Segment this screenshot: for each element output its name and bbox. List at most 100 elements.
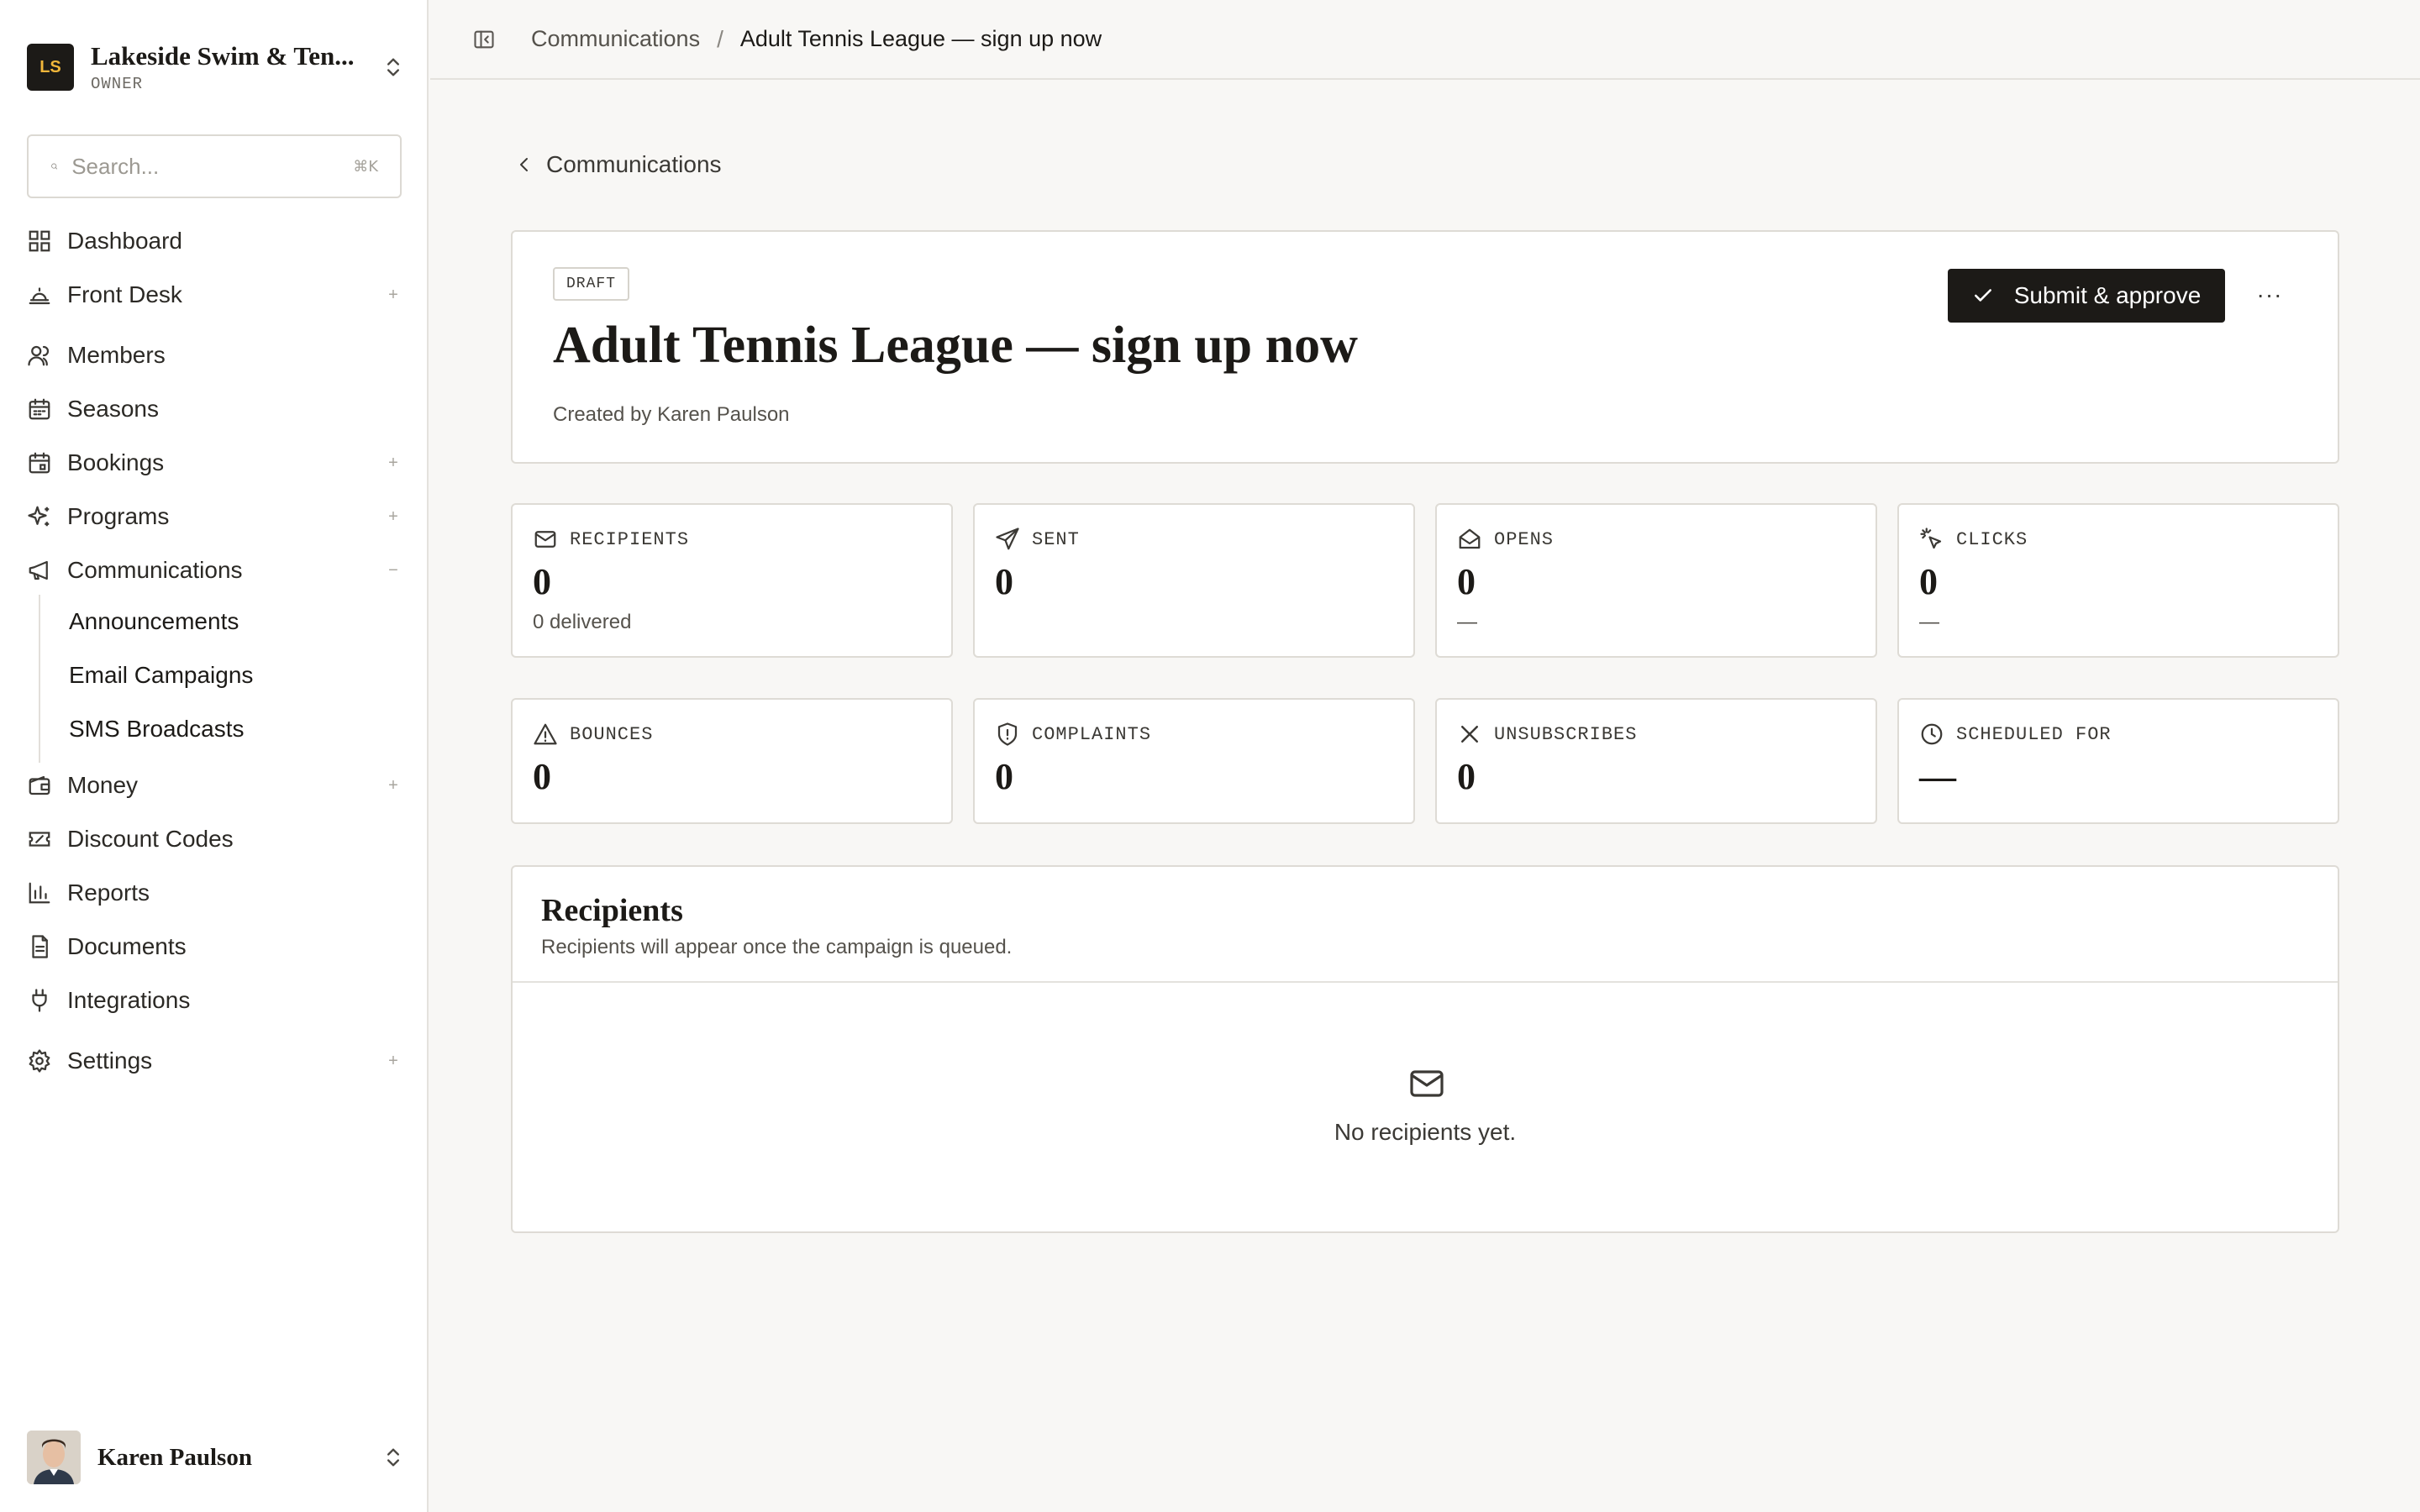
dashboard-icon: [29, 230, 50, 252]
search-input[interactable]: [71, 153, 354, 180]
document-icon: [32, 935, 48, 958]
warning-icon: [534, 723, 557, 745]
more-actions-button[interactable]: ···: [2249, 274, 2291, 316]
stat-card-opens: OPENS 0 —: [1435, 503, 1877, 658]
empty-state-text: No recipients yet.: [1334, 1119, 1517, 1145]
back-link-label: Communications: [546, 151, 722, 177]
avatar-image: [27, 1431, 81, 1484]
calendar-icon: [29, 452, 50, 474]
sidebar-item-label: Members: [67, 342, 166, 368]
stat-label: BOUNCES: [570, 723, 654, 745]
submenu-rail: [39, 595, 40, 763]
stat-label: SCHEDULED FOR: [1956, 723, 2112, 745]
divider: [513, 981, 2338, 983]
expand-toggle[interactable]: +: [385, 776, 402, 795]
sidebar-item-label: Seasons: [67, 396, 159, 422]
calendar-grid-icon: [29, 398, 50, 420]
sparkles-icon: [28, 506, 50, 527]
mail-open-icon: [1459, 528, 1481, 549]
sidebar-item-integrations[interactable]: Integrations: [27, 977, 402, 1024]
stat-card-clicks: CLICKS 0 —: [1897, 503, 2339, 658]
sidebar-toggle-icon[interactable]: [472, 28, 496, 51]
collapse-toggle[interactable]: −: [385, 561, 402, 580]
stat-card-scheduled-for: SCHEDULED FOR —: [1897, 698, 2339, 824]
page-title: Adult Tennis League — sign up now: [553, 317, 1358, 374]
stat-value: 0: [1457, 561, 1476, 602]
org-switcher[interactable]: LS Lakeside Swim & Ten... OWNER: [27, 40, 405, 94]
expand-toggle[interactable]: +: [385, 454, 402, 473]
stat-label: COMPLAINTS: [1032, 723, 1152, 745]
expand-toggle[interactable]: +: [385, 507, 402, 527]
stat-value: 0: [995, 756, 1013, 797]
bar-chart-icon: [29, 882, 50, 904]
recipients-card: Recipients Recipients will appear once t…: [511, 865, 2339, 1233]
sidebar-item-members[interactable]: Members: [27, 332, 402, 379]
sidebar-item-label: Integrations: [67, 987, 191, 1013]
shield-icon: [997, 722, 1018, 746]
sidebar-item-label: Settings: [67, 1047, 153, 1074]
sidebar-item-reports[interactable]: Reports: [27, 869, 402, 916]
stat-value: 0: [533, 756, 551, 797]
sidebar-subitem-email-campaigns[interactable]: Email Campaigns: [69, 653, 388, 698]
ticket-icon: [29, 832, 50, 847]
stat-card-unsubscribes: UNSUBSCRIBES 0: [1435, 698, 1877, 824]
stat-value: 0: [533, 561, 551, 602]
sidebar-item-front-desk[interactable]: Front Desk +: [27, 271, 402, 318]
sidebar-item-label: Dashboard: [67, 228, 182, 254]
breadcrumb-parent[interactable]: Communications: [531, 26, 700, 52]
sidebar-item-bookings[interactable]: Bookings +: [27, 439, 402, 486]
sidebar-item-label: Communications: [67, 557, 243, 583]
app-root: LS Lakeside Swim & Ten... OWNER ⌘K Dashb…: [0, 0, 2420, 1512]
sidebar-item-documents[interactable]: Documents: [27, 923, 402, 970]
recipients-title: Recipients: [541, 893, 683, 928]
sidebar-item-label: Money: [67, 772, 139, 798]
stat-subtext: —: [1457, 611, 1477, 633]
status-badge: DRAFT: [553, 267, 630, 301]
search-box[interactable]: ⌘K: [27, 134, 402, 198]
back-link[interactable]: Communications: [514, 148, 722, 181]
submit-approve-button[interactable]: Submit & approve: [1948, 269, 2225, 323]
sidebar-subitem-announcements[interactable]: Announcements: [69, 599, 388, 644]
org-role: OWNER: [91, 75, 144, 93]
stat-value: 0: [1457, 756, 1476, 797]
stat-card-sent: SENT 0: [973, 503, 1415, 658]
sidebar-item-seasons[interactable]: Seasons: [27, 386, 402, 433]
topbar: Communications / Adult Tennis League — s…: [430, 0, 2420, 80]
avatar: [27, 1431, 81, 1484]
stat-label: RECIPIENTS: [570, 528, 690, 550]
stat-card-complaints: COMPLAINTS 0: [973, 698, 1415, 824]
bell-icon: [29, 287, 50, 305]
users-icon: [28, 345, 50, 366]
campaign-header-card: DRAFT Adult Tennis League — sign up now …: [511, 230, 2339, 464]
chevron-left-icon: [520, 158, 528, 171]
stat-label: CLICKS: [1956, 528, 2028, 550]
megaphone-icon: [29, 560, 48, 580]
user-menu[interactable]: Karen Paulson: [27, 1430, 405, 1485]
sidebar-item-label: Bookings: [67, 449, 165, 475]
search-icon: [51, 163, 58, 170]
sidebar-subitem-sms-broadcasts[interactable]: SMS Broadcasts: [69, 706, 388, 752]
stat-subtext: —: [1919, 611, 1939, 633]
sidebar-item-label: Discount Codes: [67, 826, 234, 852]
sidebar-item-settings[interactable]: Settings +: [27, 1037, 402, 1084]
sidebar-item-discount-codes[interactable]: Discount Codes: [27, 816, 402, 863]
stat-label: UNSUBSCRIBES: [1494, 723, 1638, 745]
chevron-updown-icon: [387, 1448, 399, 1467]
breadcrumb: Communications / Adult Tennis League — s…: [496, 26, 1102, 53]
stat-label: OPENS: [1494, 528, 1555, 550]
gear-icon: [29, 1049, 50, 1073]
sidebar: LS Lakeside Swim & Ten... OWNER ⌘K Dashb…: [0, 0, 429, 1512]
recipients-subtitle: Recipients will appear once the campaign…: [541, 936, 1013, 958]
expand-toggle[interactable]: +: [385, 1052, 402, 1071]
search-shortcut: ⌘K: [353, 157, 378, 176]
stat-value: 0: [1919, 561, 1938, 602]
chevron-updown-icon: [387, 58, 399, 76]
sidebar-item-dashboard[interactable]: Dashboard: [27, 218, 402, 265]
sidebar-item-programs[interactable]: Programs +: [27, 493, 402, 540]
expand-toggle[interactable]: +: [385, 286, 402, 305]
sidebar-item-communications[interactable]: Communications −: [27, 547, 402, 594]
check-icon: [1974, 289, 1991, 302]
sidebar-item-money[interactable]: Money +: [27, 762, 402, 809]
cursor-click-icon: [1920, 528, 1942, 549]
wallet-icon: [29, 775, 50, 795]
